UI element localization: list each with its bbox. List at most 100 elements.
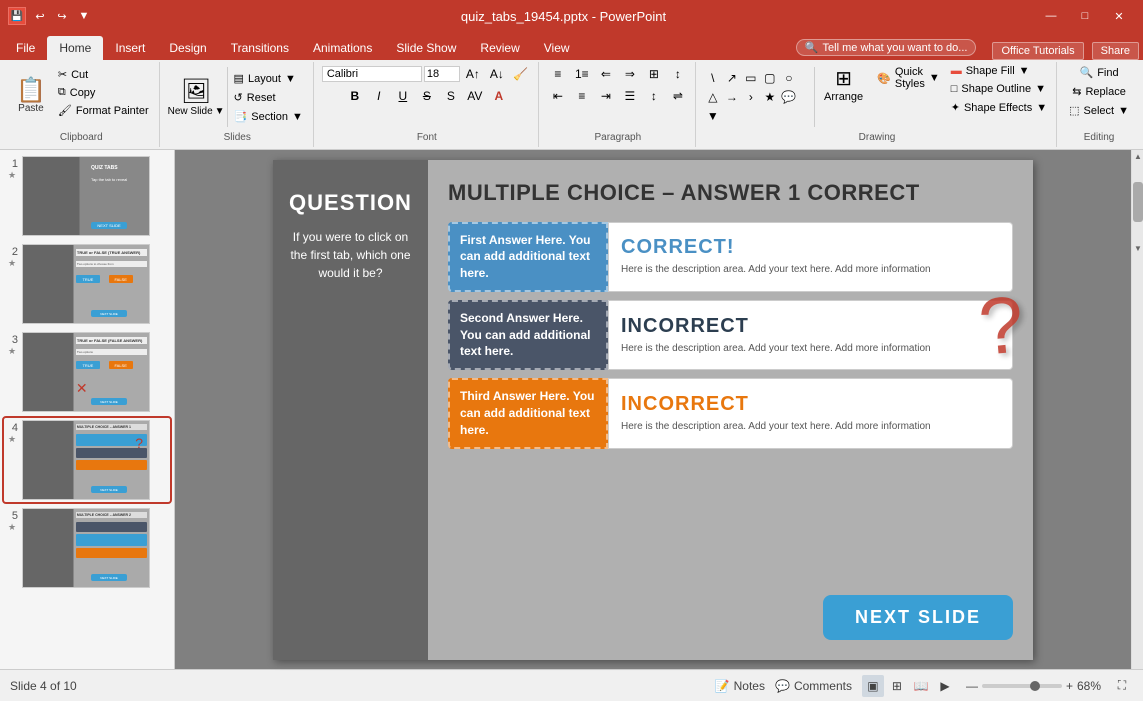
tab-home[interactable]: Home: [47, 36, 103, 60]
shape-rect[interactable]: ▭: [742, 69, 760, 87]
scroll-up-btn[interactable]: ▲: [1132, 150, 1143, 162]
numbering-btn[interactable]: 1≡: [571, 64, 593, 84]
slide-thumb-1[interactable]: 1 ★ QUIZ TABS Tap the tab to reveal NEXT…: [4, 154, 170, 238]
tab-animations[interactable]: Animations: [301, 36, 384, 60]
tab-design[interactable]: Design: [157, 36, 218, 60]
replace-btn[interactable]: ⇆ Replace: [1068, 83, 1130, 100]
question-mark-decoration: ?: [975, 278, 1027, 374]
char-spacing-btn[interactable]: AV: [464, 86, 486, 106]
shape-right-arrow[interactable]: →: [723, 88, 741, 106]
format-painter-btn[interactable]: 🖌 Format Painter: [54, 102, 153, 119]
reading-view-btn[interactable]: 📖: [910, 675, 932, 697]
scroll-down-btn[interactable]: ▼: [1132, 242, 1143, 254]
new-slide-btn[interactable]: 🖼 New Slide ▼: [168, 77, 225, 117]
shadow-btn[interactable]: S: [440, 86, 462, 106]
office-tutorials-btn[interactable]: Office Tutorials: [992, 42, 1083, 60]
font-family-input[interactable]: [322, 66, 422, 82]
justify-btn[interactable]: ☰: [619, 86, 641, 106]
increase-size-btn[interactable]: A↑: [462, 64, 484, 84]
clear-format-btn[interactable]: 🧹: [510, 64, 532, 84]
normal-view-btn[interactable]: ▣: [862, 675, 884, 697]
align-right-btn[interactable]: ⇥: [595, 86, 617, 106]
find-btn[interactable]: 🔍 Find: [1076, 64, 1123, 81]
tab-slideshow[interactable]: Slide Show: [384, 36, 468, 60]
shape-outline-btn[interactable]: □ Shape Outline ▼: [948, 82, 1050, 96]
convert-to-smart-btn[interactable]: ⇌: [667, 86, 689, 106]
align-left-btn[interactable]: ⇤: [547, 86, 569, 106]
slide-thumb-4[interactable]: 4 ★ MULTIPLE CHOICE – ANSWER 1 ? NEXT SL…: [4, 418, 170, 502]
select-btn[interactable]: ⬚ Select ▼: [1065, 102, 1133, 119]
customize-btn[interactable]: ▼: [76, 8, 92, 24]
slide-thumb-3[interactable]: 3 ★ TRUE or FALSE (FALSE ANSWER) Two opt…: [4, 330, 170, 414]
shape-line[interactable]: \: [704, 69, 722, 87]
shape-fill-icon: ▬: [951, 65, 962, 77]
slide-thumb-2[interactable]: 2 ★ TRUE or FALSE (TRUE ANSWER) Two opti…: [4, 242, 170, 326]
minimize-btn[interactable]: —: [1035, 6, 1067, 26]
tab-file[interactable]: File: [4, 36, 47, 60]
bullets-btn[interactable]: ≡: [547, 64, 569, 84]
shape-more[interactable]: ▼: [704, 107, 722, 125]
answer-box-2[interactable]: Second Answer Here. You can add addition…: [448, 300, 608, 370]
cut-btn[interactable]: ✂ Cut: [54, 66, 153, 83]
decrease-indent-btn[interactable]: ⇐: [595, 64, 617, 84]
tab-insert[interactable]: Insert: [103, 36, 157, 60]
editing-label: Editing: [1059, 130, 1139, 145]
fit-slide-btn[interactable]: ⛶: [1111, 675, 1133, 697]
shape-star[interactable]: ★: [761, 88, 779, 106]
save-icon[interactable]: 💾: [8, 7, 26, 25]
text-direction-btn[interactable]: ↕: [667, 64, 689, 84]
underline-btn[interactable]: U: [392, 86, 414, 106]
decrease-size-btn[interactable]: A↓: [486, 64, 508, 84]
shape-effects-btn[interactable]: ✦ Shape Effects ▼: [948, 100, 1050, 115]
scroll-thumb[interactable]: [1133, 182, 1143, 222]
zoom-slider[interactable]: [982, 684, 1062, 688]
tab-view[interactable]: View: [532, 36, 582, 60]
find-icon: 🔍: [1080, 66, 1094, 79]
strikethrough-btn[interactable]: S: [416, 86, 438, 106]
shape-round-rect[interactable]: ▢: [761, 69, 779, 87]
font-size-input[interactable]: [424, 66, 460, 82]
new-slide-chevron: ▼: [215, 106, 225, 117]
layout-btn[interactable]: ▤ Layout ▼: [230, 70, 307, 87]
reset-btn[interactable]: ↺ Reset: [230, 89, 307, 106]
notes-btn[interactable]: 📝 Notes: [715, 679, 765, 693]
close-btn[interactable]: ✕: [1103, 6, 1135, 26]
share-btn[interactable]: Share: [1092, 42, 1139, 60]
answer-box-3[interactable]: Third Answer Here. You can add additiona…: [448, 378, 608, 448]
increase-indent-btn[interactable]: ⇒: [619, 64, 641, 84]
new-slide-icon: 🖼: [181, 77, 211, 106]
italic-btn[interactable]: I: [368, 86, 390, 106]
answer-box-1[interactable]: First Answer Here. You can add additiona…: [448, 222, 608, 292]
bold-btn[interactable]: B: [344, 86, 366, 106]
slideshow-btn[interactable]: ▶: [934, 675, 956, 697]
columns-btn[interactable]: ⊞: [643, 64, 665, 84]
comments-btn[interactable]: 💬 Comments: [775, 679, 852, 693]
shape-chevron[interactable]: ›: [742, 88, 760, 106]
arrange-btn[interactable]: ⊞ Arrange: [818, 64, 869, 105]
line-spacing-btn[interactable]: ↕: [643, 86, 665, 106]
zoom-in-btn[interactable]: +: [1066, 679, 1073, 693]
slide-sorter-btn[interactable]: ⊞: [886, 675, 908, 697]
shape-arrow[interactable]: ↗: [723, 69, 741, 87]
undo-btn[interactable]: ↩: [32, 8, 48, 24]
quick-styles-btn[interactable]: 🎨 Quick Styles ▼: [873, 64, 944, 92]
shape-triangle[interactable]: △: [704, 88, 722, 106]
result-box-2: INCORRECT Here is the description area. …: [608, 300, 1013, 370]
section-btn[interactable]: 📑 Section ▼: [230, 108, 307, 125]
align-center-btn[interactable]: ≡: [571, 86, 593, 106]
next-slide-btn[interactable]: NEXT SLIDE: [823, 595, 1013, 640]
ribbon: 📋 Paste ✂ Cut ⧉ Copy 🖌 Format Painter Cl…: [0, 60, 1143, 150]
tab-transitions[interactable]: Transitions: [219, 36, 301, 60]
zoom-out-btn[interactable]: —: [966, 679, 978, 693]
slide-thumb-5[interactable]: 5 ★ MULTIPLE CHOICE – ANSWER 2 NEXT SLID…: [4, 506, 170, 590]
shape-callout[interactable]: 💬: [780, 88, 798, 106]
search-box[interactable]: 🔍 Tell me what you want to do...: [796, 39, 977, 56]
paste-btn[interactable]: 📋 Paste: [10, 64, 52, 129]
copy-btn[interactable]: ⧉ Copy: [54, 84, 153, 101]
font-color-btn[interactable]: A: [488, 86, 510, 106]
maximize-btn[interactable]: □: [1069, 6, 1101, 26]
shape-oval[interactable]: ○: [780, 69, 798, 87]
tab-review[interactable]: Review: [468, 36, 531, 60]
redo-btn[interactable]: ↪: [54, 8, 70, 24]
shape-fill-btn[interactable]: ▬ Shape Fill ▼: [948, 64, 1050, 78]
